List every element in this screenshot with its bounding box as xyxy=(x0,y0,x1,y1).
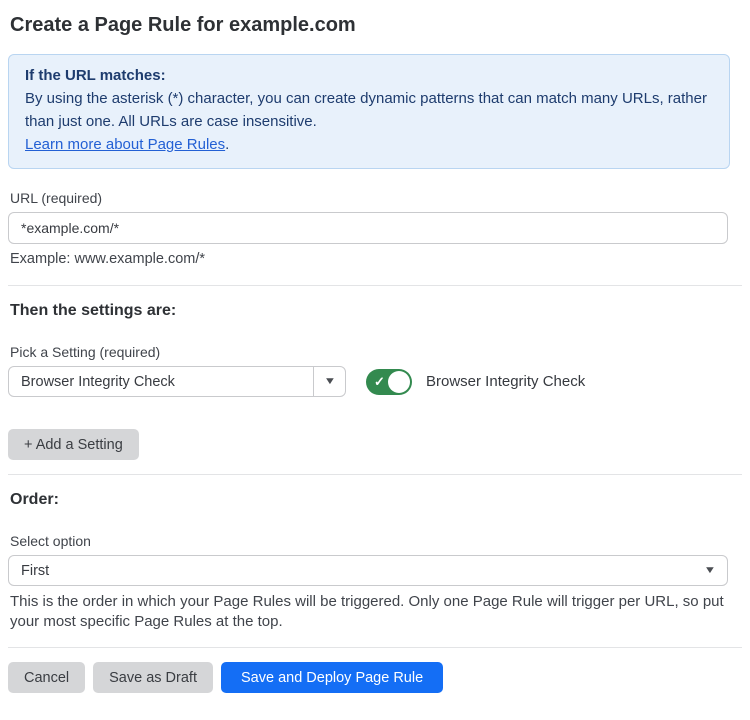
order-select-label: Select option xyxy=(8,533,742,549)
setting-dropdown-value: Browser Integrity Check xyxy=(9,367,313,396)
browser-integrity-toggle[interactable]: ✓ xyxy=(366,369,412,395)
url-match-info-box: If the URL matches: By using the asteris… xyxy=(8,54,730,169)
url-helper-text: Example: www.example.com/* xyxy=(8,250,742,269)
setting-dropdown[interactable]: Browser Integrity Check ▼ xyxy=(8,366,346,397)
toggle-knob xyxy=(388,371,410,393)
save-and-deploy-button[interactable]: Save and Deploy Page Rule xyxy=(221,662,443,693)
setting-dropdown-arrow-button[interactable]: ▼ xyxy=(313,367,345,396)
create-page-rule-form: Create a Page Rule for example.com If th… xyxy=(0,0,750,693)
page-title: Create a Page Rule for example.com xyxy=(8,14,742,37)
chevron-down-icon: ▼ xyxy=(323,376,336,387)
info-box-heading: If the URL matches: xyxy=(25,65,713,87)
divider xyxy=(8,647,742,648)
order-select-value: First xyxy=(21,563,705,579)
settings-section-heading: Then the settings are: xyxy=(8,302,742,320)
footer-actions: Cancel Save as Draft Save and Deploy Pag… xyxy=(8,662,742,693)
order-select[interactable]: First ▼ xyxy=(8,555,728,586)
link-suffix-text: . xyxy=(225,136,229,153)
url-input[interactable] xyxy=(8,212,728,244)
info-box-body: By using the asterisk (*) character, you… xyxy=(25,87,713,133)
divider xyxy=(8,474,742,475)
divider xyxy=(8,285,742,286)
cancel-button[interactable]: Cancel xyxy=(8,662,85,693)
add-setting-button[interactable]: + Add a Setting xyxy=(8,429,139,460)
toggle-group: ✓ Browser Integrity Check xyxy=(366,369,585,395)
info-box-link-row: Learn more about Page Rules. xyxy=(25,133,713,156)
toggle-label: Browser Integrity Check xyxy=(426,373,585,390)
save-as-draft-button[interactable]: Save as Draft xyxy=(93,662,213,693)
checkmark-icon: ✓ xyxy=(374,375,385,388)
setting-row: Browser Integrity Check ▼ ✓ Browser Inte… xyxy=(8,366,742,397)
url-label: URL (required) xyxy=(8,190,742,206)
pick-setting-label: Pick a Setting (required) xyxy=(8,344,742,360)
order-helper-text: This is the order in which your Page Rul… xyxy=(8,592,742,631)
chevron-down-icon: ▼ xyxy=(704,565,717,576)
learn-more-page-rules-link[interactable]: Learn more about Page Rules xyxy=(25,136,225,153)
order-section-heading: Order: xyxy=(8,491,742,509)
